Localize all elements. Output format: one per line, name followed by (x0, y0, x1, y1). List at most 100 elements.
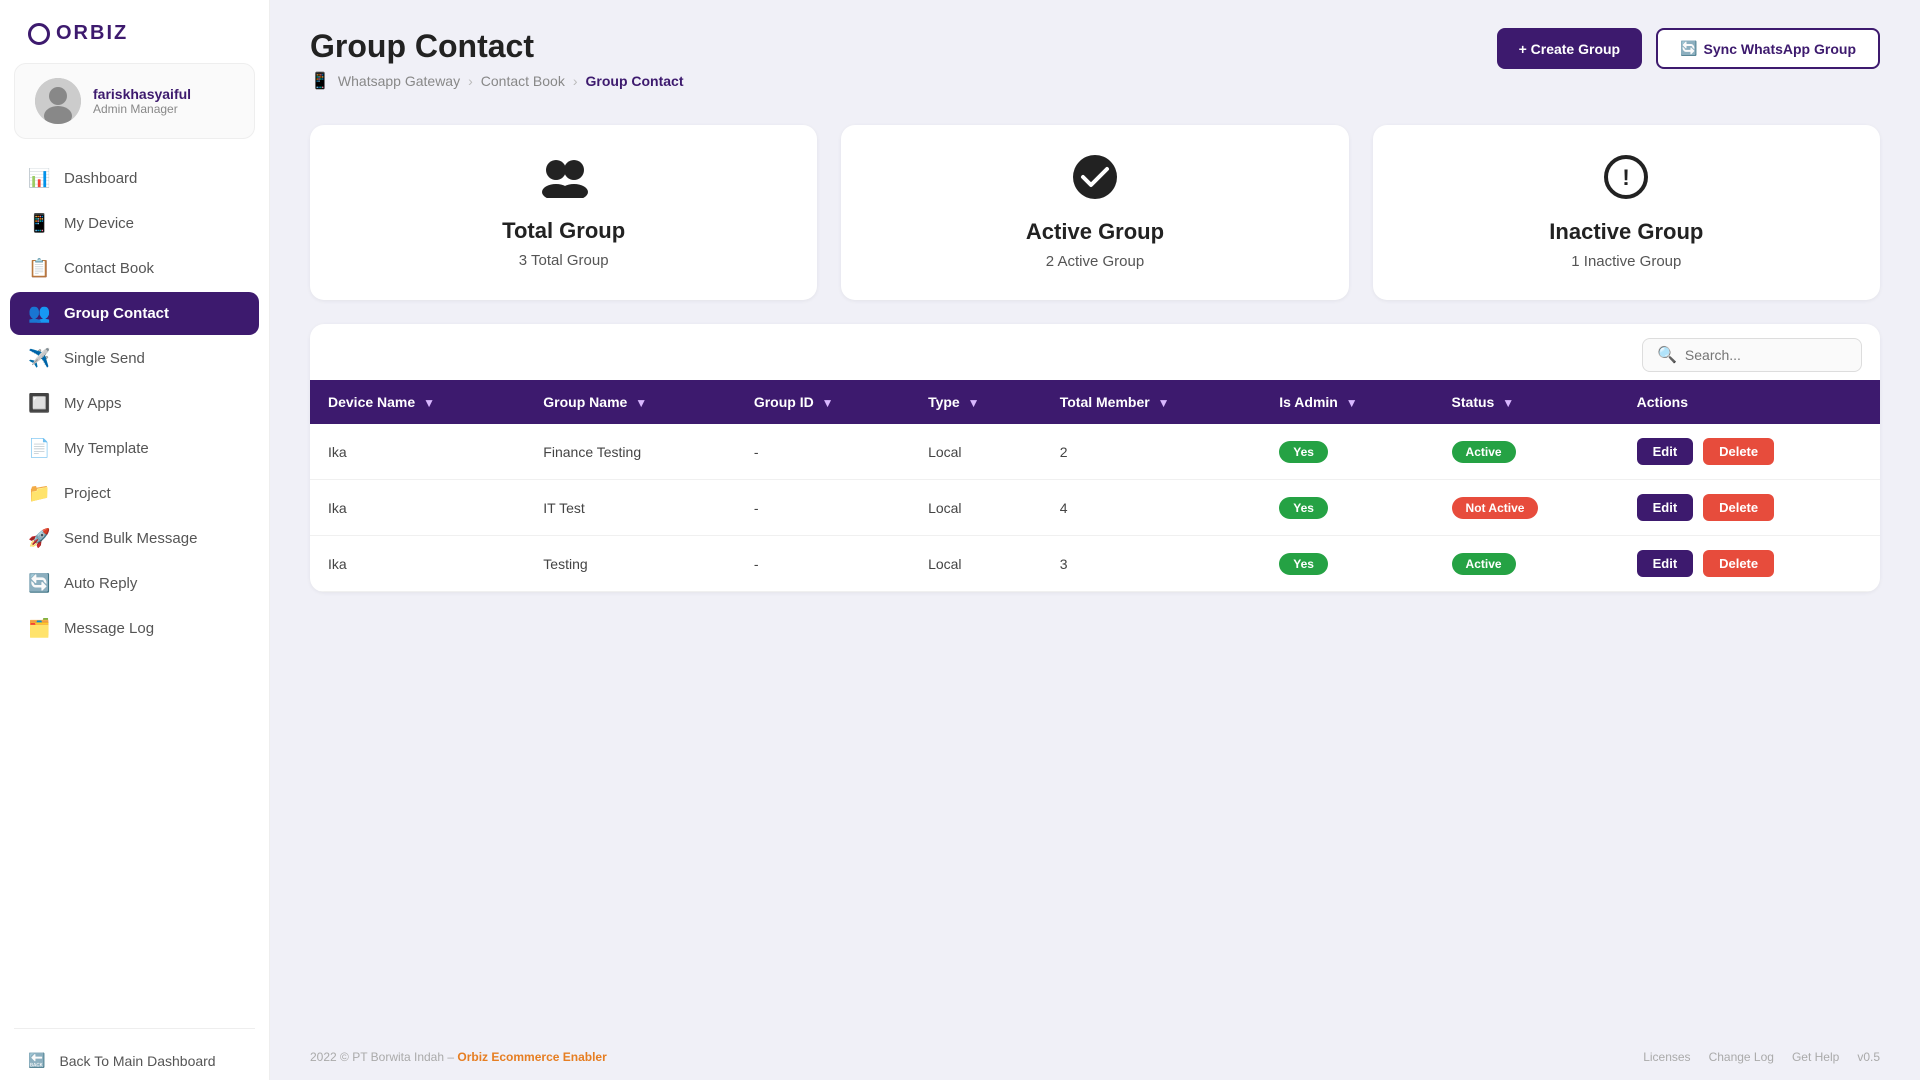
filter-icon-device[interactable]: ▼ (423, 396, 435, 410)
edit-button[interactable]: Edit (1637, 438, 1694, 465)
sync-whatsapp-group-button[interactable]: 🔄 Sync WhatsApp Group (1656, 28, 1880, 69)
sidebar-item-label: My Apps (64, 395, 122, 412)
sidebar-item-send-bulk-message[interactable]: 🚀 Send Bulk Message (10, 517, 259, 560)
is-admin-badge: Yes (1279, 553, 1328, 575)
sidebar-item-label: Group Contact (64, 305, 169, 322)
edit-button[interactable]: Edit (1637, 494, 1694, 521)
sidebar-nav: 📊 Dashboard 📱 My Device 📋 Contact Book 👥… (0, 157, 269, 1016)
filter-icon-group[interactable]: ▼ (635, 396, 647, 410)
user-info: fariskhasyaiful Admin Manager (93, 86, 191, 116)
cell-type: Local (910, 480, 1042, 536)
auto-reply-icon: 🔄 (28, 573, 50, 594)
avatar (35, 78, 81, 124)
status-badge: Not Active (1452, 497, 1539, 519)
col-is-admin: Is Admin ▼ (1261, 380, 1433, 424)
stat-card-active-group: Active Group 2 Active Group (841, 125, 1348, 300)
sidebar-item-contact-book[interactable]: 📋 Contact Book (10, 247, 259, 290)
breadcrumb-gateway: Whatsapp Gateway (338, 73, 460, 89)
sidebar-item-label: My Device (64, 215, 134, 232)
breadcrumb-current: Group Contact (586, 73, 684, 89)
total-group-title: Total Group (502, 218, 625, 244)
status-badge: Active (1452, 553, 1516, 575)
cell-group-id: - (736, 536, 910, 592)
back-label: Back To Main Dashboard (59, 1053, 215, 1069)
footer-links: Licenses Change Log Get Help v0.5 (1643, 1050, 1880, 1064)
table-search-row: 🔍 (310, 324, 1880, 380)
table-header-row: Device Name ▼ Group Name ▼ Group ID ▼ Ty… (310, 380, 1880, 424)
dashboard-icon: 📊 (28, 168, 50, 189)
sidebar-item-my-device[interactable]: 📱 My Device (10, 202, 259, 245)
sidebar-item-project[interactable]: 📁 Project (10, 472, 259, 515)
table-body: Ika Finance Testing - Local 2 Yes Active… (310, 424, 1880, 592)
breadcrumb-contact-book: Contact Book (481, 73, 565, 89)
cell-total-member: 4 (1042, 480, 1262, 536)
filter-icon-type[interactable]: ▼ (968, 396, 980, 410)
table-row: Ika IT Test - Local 4 Yes Not Active Edi… (310, 480, 1880, 536)
total-group-value: 3 Total Group (519, 252, 609, 269)
cell-group-name: Finance Testing (525, 424, 736, 480)
filter-icon-groupid[interactable]: ▼ (822, 396, 834, 410)
col-type: Type ▼ (910, 380, 1042, 424)
main-content: + Create Group 🔄 Sync WhatsApp Group Gro… (270, 0, 1920, 1080)
delete-button[interactable]: Delete (1703, 494, 1774, 521)
footer-link-changelog[interactable]: Change Log (1709, 1050, 1774, 1064)
delete-button[interactable]: Delete (1703, 438, 1774, 465)
sidebar-item-my-template[interactable]: 📄 My Template (10, 427, 259, 470)
sidebar-item-single-send[interactable]: ✈️ Single Send (10, 337, 259, 380)
cell-status: Not Active (1434, 480, 1619, 536)
inactive-group-title: Inactive Group (1549, 219, 1703, 245)
cell-group-id: - (736, 480, 910, 536)
footer-link-licenses[interactable]: Licenses (1643, 1050, 1690, 1064)
table-row: Ika Testing - Local 3 Yes Active Edit De… (310, 536, 1880, 592)
sidebar-divider (14, 1028, 255, 1029)
user-profile: fariskhasyaiful Admin Manager (14, 63, 255, 139)
sidebar-item-label: Message Log (64, 620, 154, 637)
cell-device-name: Ika (310, 536, 525, 592)
cell-actions: Edit Delete (1619, 536, 1880, 592)
cell-is-admin: Yes (1261, 424, 1433, 480)
cell-device-name: Ika (310, 424, 525, 480)
sidebar-item-label: Project (64, 485, 111, 502)
sidebar-item-my-apps[interactable]: 🔲 My Apps (10, 382, 259, 425)
back-to-main-dashboard[interactable]: 🔙 Back To Main Dashboard (0, 1041, 269, 1080)
contact-book-icon: 📋 (28, 258, 50, 279)
breadcrumb: 📱 Whatsapp Gateway › Contact Book › Grou… (310, 71, 1880, 91)
my-template-icon: 📄 (28, 438, 50, 459)
col-status: Status ▼ (1434, 380, 1619, 424)
col-actions: Actions (1619, 380, 1880, 424)
breadcrumb-sep2: › (573, 73, 578, 89)
sidebar-item-group-contact[interactable]: 👥 Group Contact (10, 292, 259, 335)
svg-text:!: ! (1623, 165, 1630, 190)
filter-icon-status[interactable]: ▼ (1502, 396, 1514, 410)
edit-button[interactable]: Edit (1637, 550, 1694, 577)
sidebar-item-label: Dashboard (64, 170, 137, 187)
col-group-name: Group Name ▼ (525, 380, 736, 424)
sidebar-item-label: Single Send (64, 350, 145, 367)
sidebar-item-message-log[interactable]: 🗂️ Message Log (10, 607, 259, 650)
create-group-button[interactable]: + Create Group (1497, 28, 1643, 69)
sidebar-item-label: My Template (64, 440, 149, 457)
cell-actions: Edit Delete (1619, 480, 1880, 536)
search-input[interactable] (1685, 347, 1847, 363)
active-group-icon (1073, 155, 1117, 209)
main-footer: 2022 © PT Borwita Indah – Orbiz Ecommerc… (270, 1034, 1920, 1080)
breadcrumb-sep1: › (468, 73, 473, 89)
col-group-id: Group ID ▼ (736, 380, 910, 424)
cell-type: Local (910, 536, 1042, 592)
sidebar-item-dashboard[interactable]: 📊 Dashboard (10, 157, 259, 200)
footer-link-gethelp[interactable]: Get Help (1792, 1050, 1839, 1064)
filter-icon-member[interactable]: ▼ (1158, 396, 1170, 410)
cell-group-name: Testing (525, 536, 736, 592)
whatsapp-icon: 📱 (310, 71, 330, 91)
delete-button[interactable]: Delete (1703, 550, 1774, 577)
user-role: Admin Manager (93, 102, 191, 116)
back-icon: 🔙 (28, 1052, 45, 1069)
device-icon: 📱 (28, 213, 50, 234)
filter-icon-admin[interactable]: ▼ (1346, 396, 1358, 410)
col-total-member: Total Member ▼ (1042, 380, 1262, 424)
message-log-icon: 🗂️ (28, 618, 50, 639)
footer-version: v0.5 (1857, 1050, 1880, 1064)
username: fariskhasyaiful (93, 86, 191, 102)
search-input-wrap[interactable]: 🔍 (1642, 338, 1862, 372)
sidebar-item-auto-reply[interactable]: 🔄 Auto Reply (10, 562, 259, 605)
